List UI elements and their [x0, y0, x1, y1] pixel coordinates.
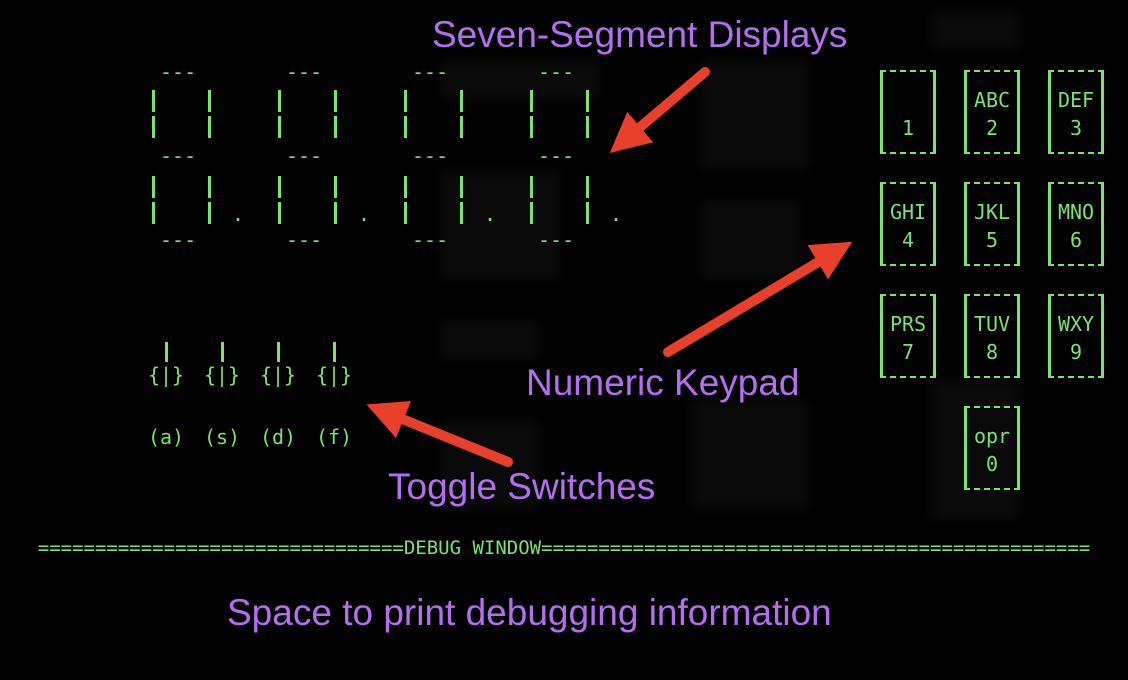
seven-segment-annotation: Seven-Segment Displays	[432, 14, 848, 55]
arrow-to-seven-segment	[609, 67, 710, 153]
toggle-annotation: Toggle Switches	[388, 466, 656, 507]
debug-annotation: Space to print debugging information	[227, 592, 832, 633]
keypad-annotation: Numeric Keypad	[526, 362, 800, 403]
arrow-to-toggles	[366, 401, 513, 467]
terminal-window: --- --- ---. --- --- ---. --- --- ---. --- --- ---.…	[0, 0, 1128, 680]
arrow-to-keypad	[663, 241, 853, 357]
annotation-arrows	[366, 67, 853, 467]
